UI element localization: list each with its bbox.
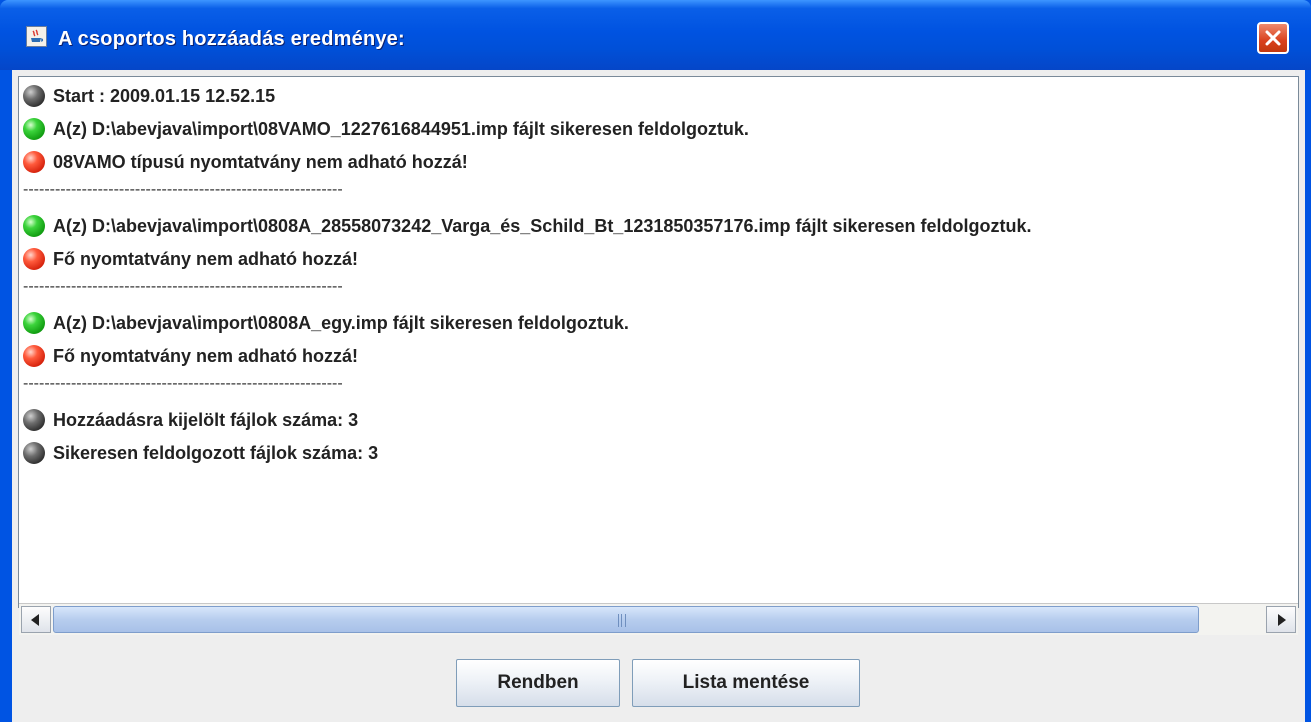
log-line-text: Sikeresen feldolgozott fájlok száma: 3 xyxy=(53,443,379,463)
result-log-list[interactable]: Start : 2009.01.15 12.52.15 A(z) D:\abev… xyxy=(18,76,1299,608)
dialog-content: Start : 2009.01.15 12.52.15 A(z) D:\abev… xyxy=(12,70,1305,722)
close-button[interactable] xyxy=(1257,22,1289,54)
separator-line: ----------------------------------------… xyxy=(23,278,343,295)
scroll-left-button[interactable] xyxy=(21,606,51,633)
scroll-right-button[interactable] xyxy=(1266,606,1296,633)
window-frame-right xyxy=(1305,70,1311,722)
log-line-text: Start : 2009.01.15 12.52.15 xyxy=(53,86,276,106)
separator-line: ----------------------------------------… xyxy=(23,375,343,392)
green-ball-icon xyxy=(23,312,45,334)
gray-ball-icon xyxy=(23,442,45,464)
log-line-text: A(z) D:\abevjava\import\08VAMO_122761684… xyxy=(53,119,749,139)
separator-line: ----------------------------------------… xyxy=(23,181,343,198)
arrow-right-icon xyxy=(1278,614,1286,626)
green-ball-icon xyxy=(23,118,45,140)
ok-button[interactable]: Rendben xyxy=(456,659,620,707)
gray-ball-icon xyxy=(23,85,45,107)
red-ball-icon xyxy=(23,345,45,367)
grip-icon xyxy=(618,614,626,627)
java-app-icon xyxy=(26,26,47,47)
dialog-window: A csoportos hozzáadás eredménye: Start :… xyxy=(0,0,1311,722)
save-list-button[interactable]: Lista mentése xyxy=(632,659,860,707)
horizontal-scrollbar[interactable] xyxy=(19,603,1298,635)
window-frame-left xyxy=(0,70,12,722)
red-ball-icon xyxy=(23,151,45,173)
close-icon xyxy=(1265,30,1281,46)
window-title: A csoportos hozzáadás eredménye: xyxy=(58,28,405,50)
title-bar[interactable]: A csoportos hozzáadás eredménye: xyxy=(0,0,1311,70)
log-line-text: A(z) D:\abevjava\import\0808A_2855807324… xyxy=(53,216,1032,236)
log-line-text: 08VAMO típusú nyomtatvány nem adható hoz… xyxy=(53,152,468,172)
gray-ball-icon xyxy=(23,409,45,431)
scrollbar-thumb[interactable] xyxy=(53,606,1199,633)
arrow-left-icon xyxy=(31,614,39,626)
log-line-text: Fő nyomtatvány nem adható hozzá! xyxy=(53,346,359,366)
log-line-text: Hozzáadásra kijelölt fájlok száma: 3 xyxy=(53,410,359,430)
green-ball-icon xyxy=(23,215,45,237)
red-ball-icon xyxy=(23,248,45,270)
log-line-text: A(z) D:\abevjava\import\0808A_egy.imp fá… xyxy=(53,313,629,333)
log-line-text: Fő nyomtatvány nem adható hozzá! xyxy=(53,249,359,269)
